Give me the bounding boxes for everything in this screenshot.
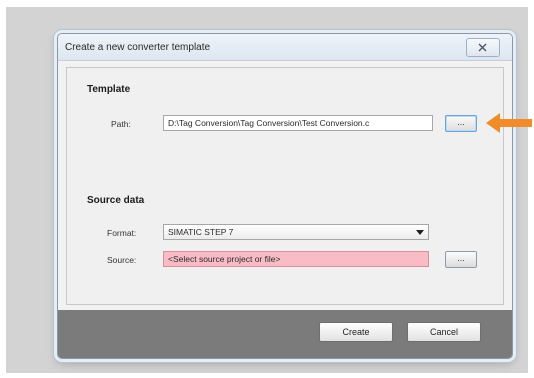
source-field[interactable]: <Select source project or file>: [163, 251, 429, 267]
path-label: Path:: [111, 119, 131, 129]
dialog-titlebar: Create a new converter template: [58, 34, 512, 61]
dialog-content: Template Path: D:\Tag Conversion\Tag Con…: [66, 67, 504, 305]
source-browse-button[interactable]: ...: [445, 251, 477, 268]
format-label: Format:: [107, 228, 137, 238]
close-button[interactable]: [466, 38, 500, 57]
cancel-button[interactable]: Cancel: [407, 322, 481, 342]
dialog-footer: Create Cancel: [58, 310, 512, 358]
close-icon: [478, 43, 487, 52]
format-value: SIMATIC STEP 7: [168, 227, 234, 237]
source-label: Source:: [107, 255, 137, 265]
pointer-arrow-icon: [486, 113, 532, 133]
path-field[interactable]: D:\Tag Conversion\Tag Conversion\Test Co…: [163, 115, 433, 131]
create-template-dialog: Create a new converter template Template…: [57, 33, 513, 359]
source-data-heading: Source data: [87, 195, 145, 206]
format-select[interactable]: SIMATIC STEP 7: [163, 224, 429, 240]
chevron-down-icon: [416, 230, 424, 235]
path-browse-button[interactable]: ...: [445, 115, 477, 132]
dialog-title: Create a new converter template: [65, 42, 211, 53]
template-heading: Template: [87, 84, 131, 95]
create-button[interactable]: Create: [319, 322, 393, 342]
